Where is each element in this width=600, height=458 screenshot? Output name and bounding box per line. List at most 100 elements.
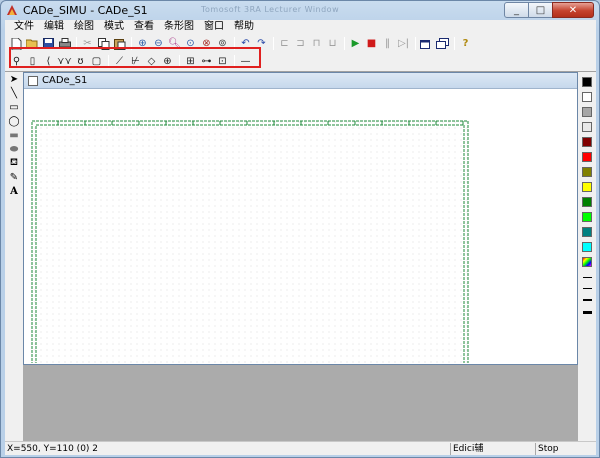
component-switch-button[interactable]: ⟨ bbox=[41, 54, 56, 69]
toolbar-separator bbox=[108, 55, 109, 68]
color-swatch[interactable] bbox=[582, 137, 592, 147]
color-palette bbox=[578, 72, 596, 342]
align-left-button[interactable]: ⊏ bbox=[277, 36, 292, 51]
zoom-window-button[interactable]: ⊙ bbox=[183, 36, 198, 51]
line-width-option[interactable] bbox=[582, 288, 592, 289]
color-swatch[interactable] bbox=[582, 92, 592, 102]
filled-ellipse-tool[interactable]: ⬬ bbox=[5, 142, 23, 156]
open-button[interactable] bbox=[25, 36, 40, 51]
component-terminal-button[interactable]: ⊞ bbox=[183, 54, 198, 69]
open-icon bbox=[26, 39, 38, 49]
title-bar[interactable]: CADe_SIMU - CADe_S1 Tomosoft 3RA Lecture… bbox=[1, 1, 599, 20]
align-top-button[interactable]: ⊔ bbox=[325, 36, 340, 51]
close-icon: ✕ bbox=[568, 4, 578, 16]
menu-draw[interactable]: 绘图 bbox=[69, 20, 99, 34]
ellipse-tool[interactable]: ◯ bbox=[5, 114, 23, 128]
menu-window[interactable]: 窗口 bbox=[199, 20, 229, 34]
wire-icon: — bbox=[240, 56, 251, 67]
component-relay-button[interactable]: ▢ bbox=[89, 54, 104, 69]
color-swatch[interactable] bbox=[582, 77, 592, 87]
print-button[interactable] bbox=[57, 36, 72, 51]
color-swatch[interactable] bbox=[582, 212, 592, 222]
component-meter-button[interactable]: ⊡ bbox=[215, 54, 230, 69]
line-width-option[interactable] bbox=[582, 299, 592, 301]
zoom-all-button[interactable]: ⊚ bbox=[215, 36, 230, 51]
paste-button[interactable] bbox=[112, 36, 127, 51]
menu-mode[interactable]: 模式 bbox=[99, 20, 129, 34]
component-lamp-button[interactable]: ⊕ bbox=[160, 54, 175, 69]
filled-rectangle-tool[interactable]: ▬ bbox=[5, 128, 23, 142]
toolbar-separator bbox=[415, 37, 416, 50]
component-motor-icon: ⊶ bbox=[201, 56, 212, 67]
zoom-in-button[interactable]: ⊕ bbox=[135, 36, 150, 51]
pause-button[interactable]: ‖ bbox=[380, 36, 395, 51]
window-button[interactable] bbox=[419, 36, 434, 51]
pen-tool[interactable]: ✎ bbox=[5, 170, 23, 184]
component-lamp-icon: ⊕ bbox=[163, 56, 172, 67]
close-button[interactable]: ✕ bbox=[552, 2, 594, 18]
color-swatch[interactable] bbox=[582, 227, 592, 237]
text-tool[interactable]: A bbox=[5, 184, 23, 198]
component-contactor-button[interactable]: ʊ bbox=[73, 54, 88, 69]
color-swatch[interactable] bbox=[582, 107, 592, 117]
copy-button[interactable] bbox=[96, 36, 111, 51]
stop-button[interactable]: ■ bbox=[364, 36, 379, 51]
color-swatch[interactable] bbox=[582, 167, 592, 177]
color-swatch[interactable] bbox=[582, 152, 592, 162]
step-button[interactable]: ▷| bbox=[396, 36, 411, 51]
fill-tool[interactable]: ⛾ bbox=[5, 156, 23, 170]
window-cascade-button[interactable] bbox=[435, 36, 450, 51]
minimize-icon: _ bbox=[514, 4, 519, 16]
drawing-canvas[interactable] bbox=[28, 91, 574, 363]
menu-edit[interactable]: 编辑 bbox=[39, 20, 69, 34]
filled-ellipse-icon: ⬬ bbox=[9, 143, 19, 155]
rectangle-tool[interactable]: ▭ bbox=[5, 100, 23, 114]
custom-color-swatch[interactable] bbox=[582, 257, 592, 267]
menu-barchart[interactable]: 条形图 bbox=[159, 20, 199, 34]
pointer-icon: ➤ bbox=[9, 73, 19, 85]
save-button[interactable] bbox=[41, 36, 56, 51]
color-swatch[interactable] bbox=[582, 122, 592, 132]
component-contact-no-button[interactable]: ⟋ bbox=[112, 54, 127, 69]
line-tool[interactable]: ╲ bbox=[5, 86, 23, 100]
component-breaker-button[interactable]: ⋎⋎ bbox=[57, 54, 72, 69]
color-swatch[interactable] bbox=[582, 182, 592, 192]
document-title: CADe_S1 bbox=[42, 75, 88, 86]
component-motor-button[interactable]: ⊶ bbox=[199, 54, 214, 69]
menu-view[interactable]: 查看 bbox=[129, 20, 159, 34]
window-cascade-icon bbox=[436, 38, 449, 49]
document-title-bar[interactable]: CADe_S1 bbox=[24, 73, 577, 89]
redo-button[interactable]: ↷ bbox=[254, 36, 269, 51]
menu-file[interactable]: 文件 bbox=[9, 20, 39, 34]
component-contact-nc-button[interactable]: ⊬ bbox=[128, 54, 143, 69]
component-switch-icon: ⟨ bbox=[46, 56, 51, 67]
new-button[interactable] bbox=[9, 36, 24, 51]
zoom-all-icon: ⊚ bbox=[218, 38, 227, 49]
maximize-button[interactable]: □ bbox=[528, 2, 553, 18]
cut-button[interactable]: ✂ bbox=[80, 36, 95, 51]
align-center-icon: ⊐ bbox=[296, 38, 305, 49]
component-power-button[interactable]: ⚲ bbox=[9, 54, 24, 69]
align-center-button[interactable]: ⊐ bbox=[293, 36, 308, 51]
line-width-option[interactable] bbox=[582, 277, 592, 278]
app-logo-icon bbox=[7, 5, 17, 15]
component-fuse-button[interactable]: ▯ bbox=[25, 54, 40, 69]
wire-button[interactable]: — bbox=[238, 54, 253, 69]
zoom-out-button[interactable]: ⊖ bbox=[151, 36, 166, 51]
toolbar-separator bbox=[273, 37, 274, 50]
align-right-button[interactable]: ⊓ bbox=[309, 36, 324, 51]
status-bar: X=550, Y=110 (0) 2 Edici辅 Stop bbox=[5, 441, 596, 455]
line-width-option[interactable] bbox=[582, 311, 592, 314]
zoom-previous-button[interactable]: ⊗ bbox=[199, 36, 214, 51]
drawing-tools: ➤ ╲ ▭ ◯ ▬ ⬬ ⛾ ✎ A bbox=[5, 72, 23, 212]
color-swatch[interactable] bbox=[582, 197, 592, 207]
play-button[interactable]: ▶ bbox=[348, 36, 363, 51]
undo-button[interactable]: ↶ bbox=[238, 36, 253, 51]
minimize-button[interactable]: _ bbox=[504, 2, 529, 18]
component-sensor-button[interactable]: ◇ bbox=[144, 54, 159, 69]
help-button[interactable]: ? bbox=[458, 36, 473, 51]
menu-help[interactable]: 帮助 bbox=[229, 20, 259, 34]
color-swatch[interactable] bbox=[582, 242, 592, 252]
zoom-fit-button[interactable]: 🔍︎ bbox=[167, 36, 182, 51]
pointer-tool[interactable]: ➤ bbox=[5, 72, 23, 86]
